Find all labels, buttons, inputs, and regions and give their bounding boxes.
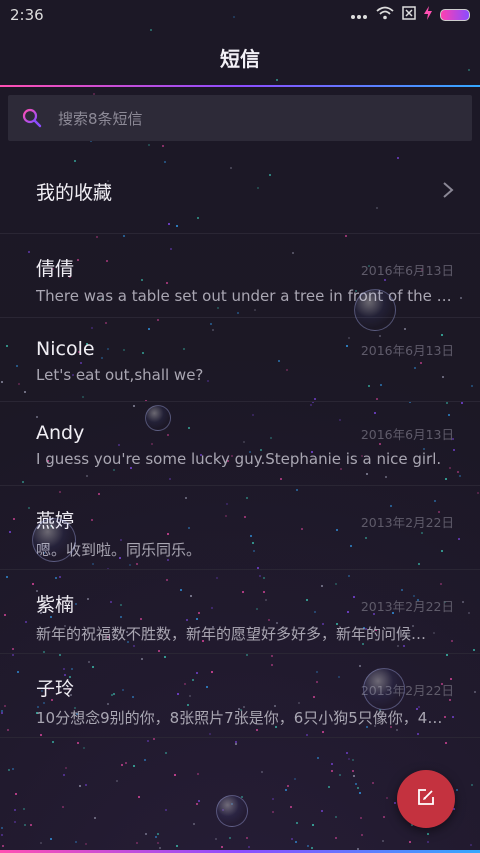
contact-name: 倩倩 [36, 258, 75, 280]
message-preview: I guess you're some lucky guy.Stephanie … [36, 450, 442, 468]
search-placeholder: 搜索8条短信 [58, 109, 143, 128]
contact-name: 子玲 [36, 678, 75, 700]
message-preview: 新年的祝福数不胜数，新年的愿望好多好多，新年的问候… [36, 625, 427, 643]
wifi-icon [376, 6, 394, 24]
conversation-row[interactable]: Andy 2016年6月13日 I guess you're some luck… [0, 402, 480, 486]
decorative-bubble [216, 795, 248, 827]
message-preview: Let's eat out,shall we? [36, 366, 204, 384]
contact-name: 紫楠 [36, 594, 75, 616]
conversation-list: 我的收藏 倩倩 2016年6月13日 There was a table set… [0, 150, 480, 738]
compose-button[interactable] [397, 770, 455, 828]
contact-name: Nicole [36, 338, 95, 360]
message-preview: 10分想念9别的你，8张照片7张是你，6只小狗5只像你，4… [36, 709, 443, 727]
conversation-row[interactable]: 燕婷 2013年2月22日 嗯。收到啦。同乐同乐。 [0, 486, 480, 570]
no-sim-icon [402, 6, 416, 24]
status-time: 2:36 [10, 6, 44, 24]
message-date: 2016年6月13日 [360, 343, 454, 358]
compose-icon [417, 788, 435, 810]
message-preview: There was a table set out under a tree i… [36, 287, 454, 305]
message-date: 2016年6月13日 [360, 263, 454, 278]
conversation-row[interactable]: 子玲 2013年2月22日 10分想念9别的你，8张照片7张是你，6只小狗5只像… [0, 654, 480, 738]
contact-name: 燕婷 [36, 510, 75, 532]
conversation-row[interactable]: 倩倩 2016年6月13日 There was a table set out … [0, 234, 480, 318]
contact-name: Andy [36, 422, 85, 444]
charging-icon [424, 6, 432, 24]
chevron-right-icon [442, 181, 454, 203]
favorites-label: 我的收藏 [36, 182, 113, 204]
page-title: 短信 [220, 47, 260, 71]
search-input[interactable]: 搜索8条短信 [8, 95, 472, 141]
message-date: 2013年2月22日 [360, 683, 454, 698]
message-preview: 嗯。收到啦。同乐同乐。 [36, 541, 202, 559]
battery-icon [440, 9, 470, 21]
message-date: 2013年2月22日 [360, 515, 454, 530]
title-divider [0, 85, 480, 87]
conversation-row[interactable]: Nicole 2016年6月13日 Let's eat out,shall we… [0, 318, 480, 402]
message-date: 2013年2月22日 [360, 599, 454, 614]
search-icon [22, 108, 42, 128]
more-dots-icon [350, 6, 368, 24]
status-bar: 2:36 [0, 0, 480, 30]
message-date: 2016年6月13日 [360, 427, 454, 442]
conversation-row[interactable]: 紫楠 2013年2月22日 新年的祝福数不胜数，新年的愿望好多好多，新年的问候… [0, 570, 480, 654]
favorites-item[interactable]: 我的收藏 [0, 150, 480, 234]
